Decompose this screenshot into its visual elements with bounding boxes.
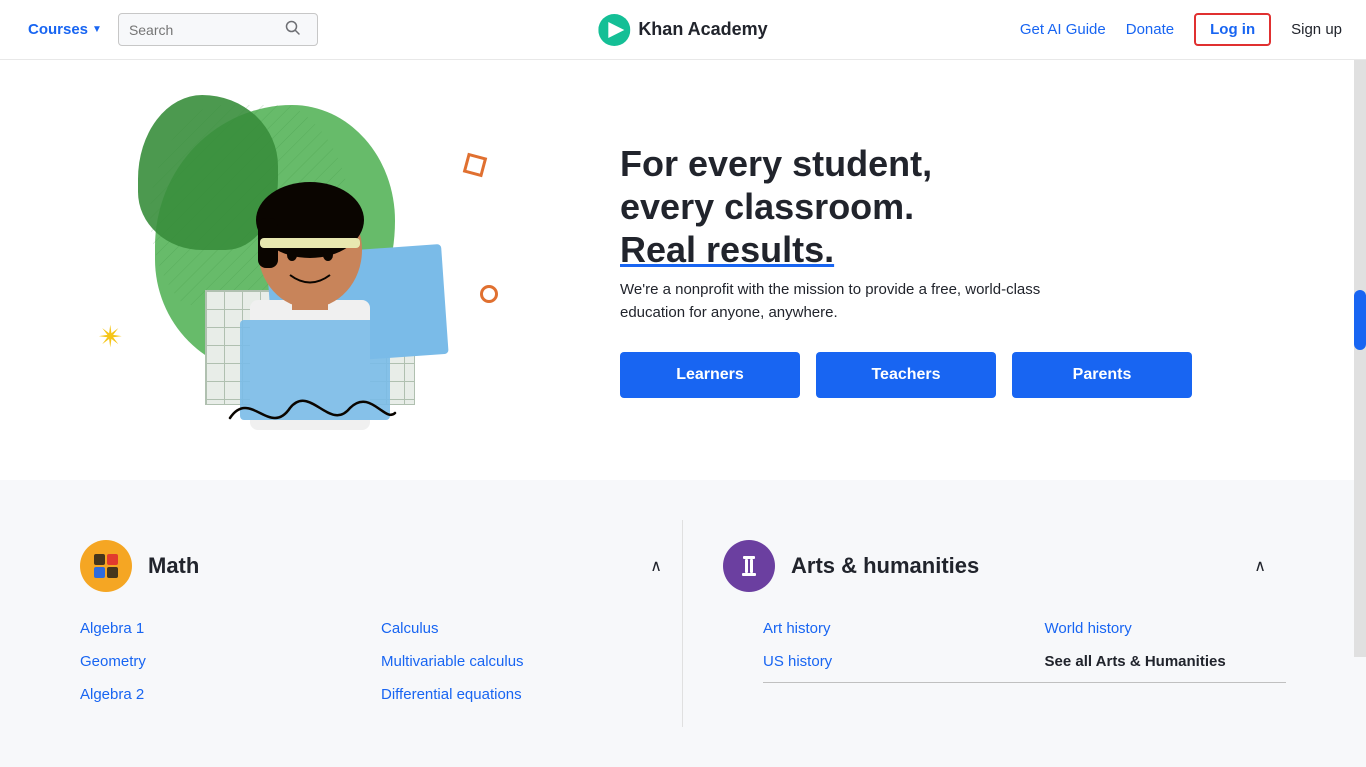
algebra2-link[interactable]: Algebra 2 [80, 682, 341, 707]
us-history-link[interactable]: US history [763, 649, 1005, 674]
algebra1-link[interactable]: Algebra 1 [80, 616, 341, 641]
see-all-arts-link[interactable]: See all Arts & Humanities [1045, 649, 1287, 674]
arts-divider [763, 682, 1286, 683]
math-header-left: Math [80, 540, 199, 592]
arts-course-links: Art history World history US history See… [723, 616, 1286, 674]
courses-grid: Math ∧ Algebra 1 Calculus Geometry Multi… [80, 520, 1286, 727]
parents-button[interactable]: Parents [1012, 352, 1192, 398]
search-bar [118, 13, 318, 46]
headline-line1: For every student, [620, 143, 932, 184]
arts-category-header: Arts & humanities ∧ [723, 540, 1286, 592]
deco-square [463, 153, 487, 177]
teachers-button[interactable]: Teachers [816, 352, 996, 398]
math-collapse-button[interactable]: ∧ [650, 556, 662, 576]
navbar: Courses ▼ Khan Academy Get AI Guide Dona… [0, 0, 1366, 60]
nav-center: Khan Academy [598, 14, 767, 46]
math-category: Math ∧ Algebra 1 Calculus Geometry Multi… [80, 520, 683, 727]
hero-image-area: ✴ [60, 80, 580, 460]
hero-buttons: Learners Teachers Parents [620, 352, 1286, 398]
geometry-link[interactable]: Geometry [80, 649, 341, 674]
deco-star: ✴ [98, 320, 123, 355]
arts-header-left: Arts & humanities [723, 540, 979, 592]
scrollbar-thumb[interactable] [1354, 290, 1366, 350]
nav-left: Courses ▼ [24, 13, 318, 46]
world-history-link[interactable]: World history [1045, 616, 1287, 641]
math-icon [80, 540, 132, 592]
courses-section: Math ∧ Algebra 1 Calculus Geometry Multi… [0, 480, 1366, 767]
courses-label: Courses [28, 21, 88, 38]
brand-name: Khan Academy [638, 19, 767, 40]
hero-section: ✴ [0, 60, 1366, 480]
hero-headline: For every student, every classroom. Real… [620, 142, 1286, 272]
search-input[interactable] [129, 22, 279, 38]
calculus-link[interactable]: Calculus [381, 616, 642, 641]
arts-icon [723, 540, 775, 592]
art-history-link[interactable]: Art history [763, 616, 1005, 641]
math-course-links: Algebra 1 Calculus Geometry Multivariabl… [80, 616, 682, 707]
signup-button[interactable]: Sign up [1291, 21, 1342, 38]
get-ai-guide-button[interactable]: Get AI Guide [1020, 21, 1106, 38]
courses-button[interactable]: Courses ▼ [24, 15, 106, 44]
arts-title: Arts & humanities [791, 553, 979, 579]
search-icon [285, 20, 301, 39]
learners-button[interactable]: Learners [620, 352, 800, 398]
arts-category: Arts & humanities ∧ Art history World hi… [683, 520, 1286, 727]
math-title: Math [148, 553, 199, 579]
login-button[interactable]: Log in [1194, 13, 1271, 46]
hero-subtext: We're a nonprofit with the mission to pr… [620, 279, 1100, 324]
nav-right: Get AI Guide Donate Log in Sign up [1020, 13, 1342, 46]
arts-collapse-button[interactable]: ∧ [1254, 556, 1266, 576]
math-category-header: Math ∧ [80, 540, 682, 592]
hero-content: For every student, every classroom. Real… [580, 142, 1286, 399]
scribble [220, 378, 400, 438]
differential-equations-link[interactable]: Differential equations [381, 682, 642, 707]
chevron-down-icon: ▼ [92, 24, 102, 35]
multivariable-calculus-link[interactable]: Multivariable calculus [381, 649, 642, 674]
scrollbar[interactable] [1354, 0, 1366, 657]
khan-academy-logo-icon [598, 14, 630, 46]
donate-button[interactable]: Donate [1126, 21, 1174, 38]
headline-line2: every classroom. [620, 186, 914, 227]
headline-line3: Real results. [620, 229, 834, 270]
deco-circle [480, 285, 498, 303]
